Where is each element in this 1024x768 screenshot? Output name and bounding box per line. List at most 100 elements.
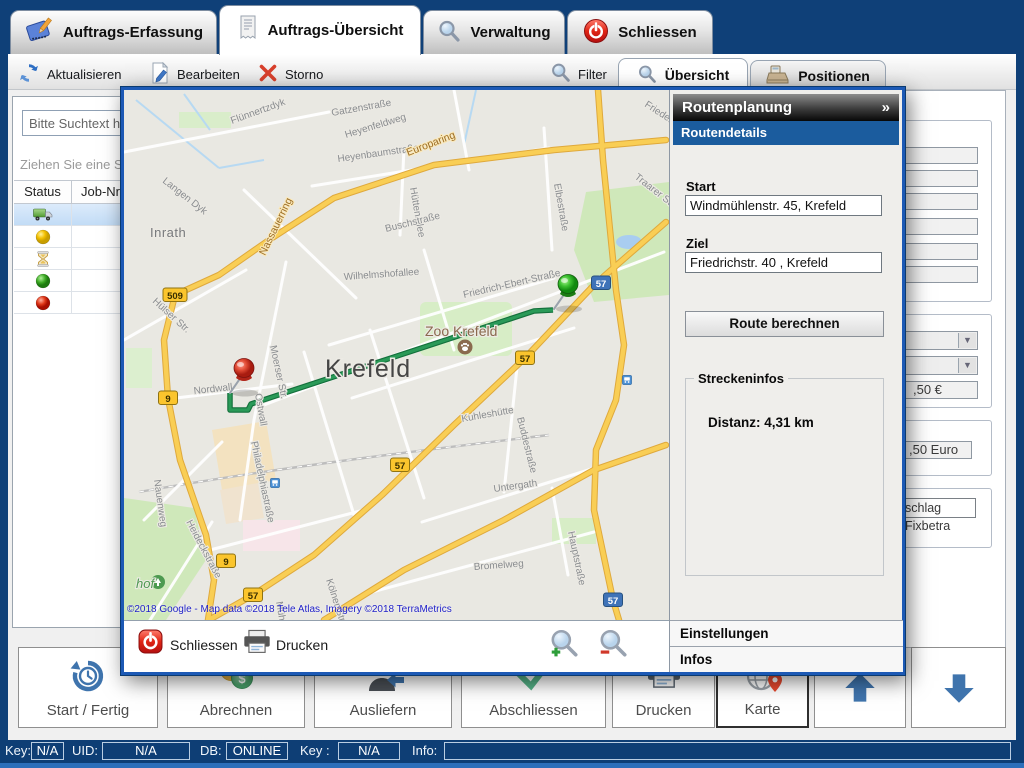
status-bar: Key: N/A UID: N/A DB: ONLINE Key : N/A I… xyxy=(0,740,1024,768)
button-label: Drucken xyxy=(613,702,714,719)
map[interactable]: FlünnertzdykGatzenstraßeHeyenfeldwegHeye… xyxy=(124,90,669,620)
svg-text:57: 57 xyxy=(596,279,607,290)
order-entry-icon xyxy=(24,17,54,49)
red-ball-icon xyxy=(14,292,72,313)
ziel-input[interactable]: Friedrichstr. 40 , Krefeld xyxy=(685,252,882,273)
subtab-positionen[interactable]: Positionen xyxy=(750,60,886,90)
dialog-print-label[interactable]: Drucken xyxy=(276,637,328,653)
refresh-button[interactable]: Aktualisieren xyxy=(18,61,121,87)
svg-text:57: 57 xyxy=(248,591,259,602)
road-badge: 509 xyxy=(163,288,187,302)
filter-label: Filter xyxy=(578,67,607,82)
road-badge: 57 xyxy=(244,588,263,602)
map-label: hof xyxy=(136,576,155,591)
order-overview-icon xyxy=(237,15,259,46)
svg-text:57: 57 xyxy=(520,354,531,365)
start-input[interactable]: Windmühlenstr. 45, Krefeld xyxy=(685,195,882,216)
streckeninfos-legend: Streckeninfos xyxy=(694,371,788,386)
route-map-dialog: FlünnertzdykGatzenstraßeHeyenfeldwegHeye… xyxy=(121,87,905,675)
map-attribution: ©2018 Google - Map data ©2018 Tele Atlas… xyxy=(127,604,452,615)
button-label: Karte xyxy=(718,701,807,718)
road-badge: 57 xyxy=(516,351,535,365)
map-label: Krefeld xyxy=(325,355,411,383)
key2-label: Key : xyxy=(300,743,330,758)
edit-button[interactable]: Bearbeiten xyxy=(150,61,240,87)
column-status[interactable]: Status xyxy=(14,181,72,203)
svg-text:9: 9 xyxy=(165,394,170,405)
infos-section[interactable]: Infos xyxy=(670,646,903,672)
search-icon xyxy=(437,19,461,47)
tab-label: Auftrags-Übersicht xyxy=(268,22,404,39)
tab-auftrags-erfassung[interactable]: Auftrags-Erfassung xyxy=(10,10,217,54)
key2-value: N/A xyxy=(338,742,400,760)
green-ball-icon xyxy=(14,270,72,291)
map-label: Heyenfeldweg xyxy=(344,112,408,141)
routendetails-section-header[interactable]: Routendetails xyxy=(673,121,899,145)
zoom-in-icon[interactable] xyxy=(548,627,580,664)
road-badge: 57 xyxy=(391,458,410,472)
tab-label: Verwaltung xyxy=(470,24,550,41)
key1-value: N/A xyxy=(31,742,64,760)
subtab-label: Positionen xyxy=(798,68,870,84)
statusbar-strip xyxy=(0,763,1024,768)
map-label: Buddestraße xyxy=(514,416,539,475)
start-label: Start xyxy=(686,179,716,194)
map-label: Moerser Str. xyxy=(267,344,289,400)
route-panel-header[interactable]: Routenplanung » xyxy=(673,94,899,121)
distance-value: Distanz: 4,31 km xyxy=(708,415,814,430)
map-label: Elbestraße xyxy=(551,183,570,233)
map-label: Gatzenstraße xyxy=(331,98,393,119)
map-label: Bromelweg xyxy=(473,559,524,573)
map-label: Nordwall xyxy=(193,382,233,397)
button-label: Abschliessen xyxy=(462,702,605,719)
ziel-label: Ziel xyxy=(686,236,708,251)
zoom-out-icon[interactable] xyxy=(597,627,629,664)
close-power-button[interactable] xyxy=(138,629,163,659)
filter-search-icon xyxy=(550,62,571,86)
application-window: Auftrags-Erfassung Auftrags-Übersicht Ve… xyxy=(0,0,1024,768)
map-label: Frieden xyxy=(642,99,669,127)
edit-label: Bearbeiten xyxy=(177,67,240,82)
cancel-x-icon xyxy=(258,63,278,86)
tab-verwaltung[interactable]: Verwaltung xyxy=(423,10,565,54)
einstellungen-section[interactable]: Einstellungen xyxy=(670,620,903,646)
uid-label: UID: xyxy=(72,743,98,758)
tab-auftrags-uebersicht[interactable]: Auftrags-Übersicht xyxy=(219,5,421,55)
map-label: Europaring xyxy=(405,129,457,159)
road-badge: 9 xyxy=(217,554,236,568)
chevron-down-icon[interactable]: ▼ xyxy=(958,358,976,373)
dialog-bottom-bar: Schliessen Drucken xyxy=(124,620,669,672)
tab-label: Auftrags-Erfassung xyxy=(63,24,203,41)
subtab-label: Übersicht xyxy=(665,67,730,83)
arrow-down-icon xyxy=(938,670,980,711)
move-down-button[interactable] xyxy=(911,647,1006,728)
button-label: Start / Fertig xyxy=(19,702,157,719)
print-button[interactable] xyxy=(242,629,272,660)
tab-schliessen[interactable]: Schliessen xyxy=(567,10,713,54)
collapse-chevron-icon[interactable]: » xyxy=(882,99,890,116)
storno-button[interactable]: Storno xyxy=(258,61,323,87)
dialog-close-label[interactable]: Schliessen xyxy=(170,637,238,653)
tab-label: Schliessen xyxy=(618,24,696,41)
svg-text:9: 9 xyxy=(223,557,228,568)
key1-label: Key: xyxy=(5,743,31,758)
svg-text:57: 57 xyxy=(395,461,406,472)
restart-clock-icon xyxy=(68,658,108,699)
transit-icon xyxy=(271,479,280,488)
chevron-down-icon[interactable]: ▼ xyxy=(958,333,976,348)
route-planning-panel: Routenplanung » Routendetails Start Wind… xyxy=(669,90,902,672)
road-badge: 9 xyxy=(159,391,178,405)
map-label: Wilhelmshofallee xyxy=(343,267,420,283)
svg-text:57: 57 xyxy=(608,596,619,607)
button-label: Abrechnen xyxy=(168,702,304,719)
truck-icon xyxy=(14,204,72,225)
route-panel-title: Routenplanung xyxy=(682,99,792,116)
refresh-label: Aktualisieren xyxy=(47,67,121,82)
overview-search-icon xyxy=(637,64,657,87)
db-status-badge: ONLINE xyxy=(226,742,288,760)
zoo-paw-icon xyxy=(458,340,473,355)
calculate-route-button[interactable]: Route berechnen xyxy=(685,311,884,337)
streckeninfos-groupbox: Streckeninfos Distanz: 4,31 km xyxy=(685,378,884,576)
road-badge: 57 xyxy=(592,276,611,290)
filter-button[interactable]: Filter xyxy=(550,61,607,87)
